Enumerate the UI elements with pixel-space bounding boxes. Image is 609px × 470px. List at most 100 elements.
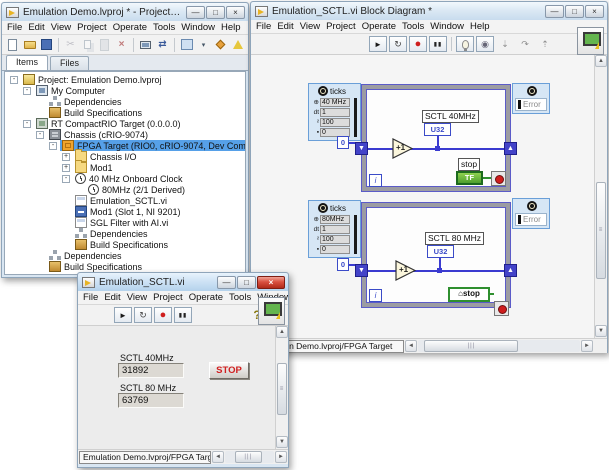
minimize-button[interactable]: — (186, 6, 205, 19)
iteration-terminal[interactable]: i (369, 174, 382, 187)
minimize-button[interactable]: — (545, 5, 564, 18)
menu-window[interactable]: Window (427, 20, 467, 33)
deploy-target-icon[interactable] (138, 38, 153, 52)
tree-item-my-computer[interactable]: -My Computer (5, 85, 245, 96)
error-output-node-40mhz[interactable]: Error (512, 83, 550, 114)
menu-project[interactable]: Project (74, 21, 110, 34)
close-button[interactable]: × (257, 276, 285, 289)
menu-help[interactable]: Help (467, 20, 493, 33)
menu-operate[interactable]: Operate (110, 21, 150, 34)
step-into-icon[interactable]: ⇣ (496, 36, 514, 52)
run-continuous-button[interactable]: ↻ (389, 36, 407, 52)
close-button[interactable]: × (585, 5, 604, 18)
indicator-label[interactable]: SCTL 80 MHz (425, 232, 484, 245)
edit-properties-icon[interactable] (213, 38, 228, 52)
retain-wire-values-icon[interactable]: ◉ (476, 36, 494, 52)
vertical-scrollbar[interactable]: ▲ ≡ ▼ (594, 55, 607, 338)
expander-icon[interactable]: - (36, 131, 44, 139)
scrollbar-thumb[interactable]: ≡ (277, 363, 287, 415)
stop-button[interactable]: STOP (209, 362, 249, 379)
tree-item-chassis[interactable]: -Chassis (cRIO-9074) (5, 129, 245, 140)
stop-local-variable[interactable]: ⌂stop (448, 287, 490, 302)
init-constant-0[interactable]: 0 (337, 258, 349, 271)
iteration-terminal[interactable]: i (369, 289, 382, 302)
scroll-down-icon[interactable]: ▼ (276, 436, 288, 448)
indicator-label[interactable]: SCTL 40MHz (422, 110, 479, 123)
expander-icon[interactable]: + (62, 164, 70, 172)
scroll-right-icon[interactable]: ► (275, 451, 287, 463)
sctl-40mhz-indicator[interactable]: 31892 (118, 363, 184, 378)
tab-files[interactable]: Files (50, 56, 89, 70)
expander-icon[interactable]: - (23, 87, 31, 95)
menu-window[interactable]: Window (178, 21, 218, 34)
tree-item-sgl-filter-vi[interactable]: SGL Filter with AI.vi (5, 217, 245, 228)
tree-item-chassis-io[interactable]: +Chassis I/O (5, 151, 245, 162)
menu-operate[interactable]: Operate (186, 291, 226, 304)
shift-register-left-icon[interactable]: ▼ (355, 264, 368, 277)
menu-edit[interactable]: Edit (25, 21, 47, 34)
new-file-icon[interactable] (5, 38, 20, 52)
expander-icon[interactable]: - (23, 120, 31, 128)
scroll-up-icon[interactable]: ▲ (276, 326, 288, 338)
tree-item-fpga-dependencies[interactable]: Dependencies (5, 228, 245, 239)
tree-item-derived-clock[interactable]: 80MHz (2/1 Derived) (5, 184, 245, 195)
tree-item-dependencies[interactable]: Dependencies (5, 96, 245, 107)
menu-file[interactable]: File (253, 20, 274, 33)
single-cycle-timed-loop-40mhz[interactable] (361, 84, 511, 192)
copy-icon[interactable] (80, 38, 95, 52)
init-constant-0[interactable]: 0 (337, 136, 349, 149)
minimize-button[interactable]: — (217, 276, 236, 289)
tree-item-project[interactable]: -Project: Emulation Demo.lvproj (5, 74, 245, 85)
scroll-up-icon[interactable]: ▲ (595, 55, 607, 67)
menu-tools[interactable]: Tools (399, 20, 427, 33)
scroll-left-icon[interactable]: ◄ (405, 340, 417, 352)
scroll-down-icon[interactable]: ▼ (595, 325, 607, 337)
tree-item-build-specifications[interactable]: Build Specifications (5, 107, 245, 118)
tree-item-onboard-clock[interactable]: -40 MHz Onboard Clock (5, 173, 245, 184)
offset-value[interactable]: 0 (320, 245, 350, 254)
expander-icon[interactable]: - (62, 175, 70, 183)
increment-function[interactable]: +1 (392, 138, 413, 159)
shift-register-right-icon[interactable]: ▲ (504, 264, 517, 277)
paste-icon[interactable] (97, 38, 112, 52)
menu-edit[interactable]: Edit (274, 20, 296, 33)
tree-item-mod1-module[interactable]: Mod1 (Slot 1, NI 9201) (5, 206, 245, 217)
scrollbar-thumb[interactable]: ||| (235, 451, 262, 463)
open-project-icon[interactable] (22, 38, 37, 52)
tree-item-rt-dependencies[interactable]: Dependencies (5, 250, 245, 261)
close-button[interactable]: × (226, 6, 245, 19)
expander-icon[interactable]: - (49, 142, 57, 150)
tree-item-emulation-sctl-vi[interactable]: Emulation_SCTL.vi (5, 195, 245, 206)
tree-item-rt-build-specs[interactable]: Build Specifications (5, 261, 245, 272)
menu-view[interactable]: View (297, 20, 323, 33)
pause-button[interactable]: ▮▮ (174, 307, 192, 323)
menu-project[interactable]: Project (150, 291, 186, 304)
block-diagram-titlebar[interactable]: Emulation_SCTL.vi Block Diagram * — □ × (251, 2, 607, 20)
menu-tools[interactable]: Tools (150, 21, 178, 34)
timed-loop-input-node-40mhz[interactable]: ticks 40 MHz dt1 100 0 (308, 83, 361, 141)
error-output-node-80mhz[interactable]: Error (512, 198, 550, 229)
wire[interactable] (483, 177, 491, 179)
menu-help[interactable]: Help (218, 21, 244, 34)
run-continuous-button[interactable]: ↻ (134, 307, 152, 323)
shift-register-left-icon[interactable]: ▼ (355, 142, 368, 155)
menu-view[interactable]: View (124, 291, 150, 304)
stop-control-label[interactable]: stop (458, 158, 480, 171)
expander-icon[interactable]: + (62, 153, 70, 161)
run-button[interactable]: ► (369, 36, 387, 52)
connect-target-icon[interactable]: ⇄ (155, 38, 170, 52)
timed-loop-input-node-80mhz[interactable]: ticks 80MHz dt1 100 0 (308, 200, 361, 258)
menu-tools[interactable]: Tools (226, 291, 254, 304)
dt-value[interactable]: 1 (320, 225, 350, 234)
maximize-button[interactable]: □ (565, 5, 584, 18)
menu-file[interactable]: File (80, 291, 101, 304)
wire[interactable] (490, 293, 494, 295)
increment-function[interactable]: +1 (395, 260, 416, 281)
clock-source-value[interactable]: 80MHz (320, 215, 350, 224)
step-out-icon[interactable]: ⇡ (536, 36, 554, 52)
tree-item-fpga-build-specs[interactable]: Build Specifications (5, 239, 245, 250)
view-options-icon[interactable] (179, 38, 194, 52)
priority-value[interactable]: 100 (320, 235, 350, 244)
scroll-left-icon[interactable]: ◄ (212, 451, 224, 463)
u32-indicator-terminal[interactable]: U32 (424, 123, 451, 136)
